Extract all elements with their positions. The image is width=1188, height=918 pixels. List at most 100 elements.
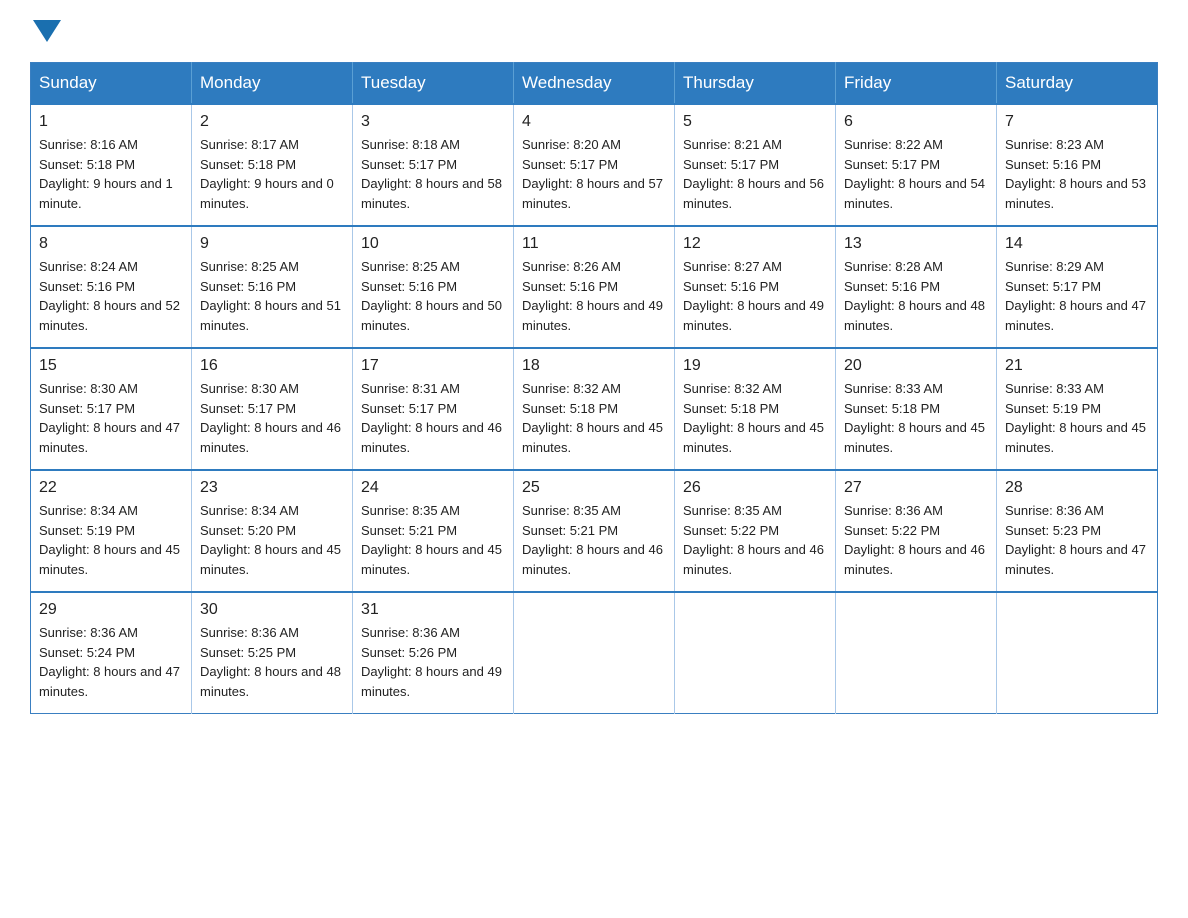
day-number: 27 (844, 479, 988, 497)
calendar-cell: 21 Sunrise: 8:33 AMSunset: 5:19 PMDayligh… (997, 348, 1158, 470)
day-info: Sunrise: 8:23 AMSunset: 5:16 PMDaylight:… (1005, 135, 1149, 213)
calendar-cell: 13 Sunrise: 8:28 AMSunset: 5:16 PMDayligh… (836, 226, 997, 348)
calendar-cell: 26 Sunrise: 8:35 AMSunset: 5:22 PMDayligh… (675, 470, 836, 592)
day-number: 22 (39, 479, 183, 497)
day-number: 30 (200, 601, 344, 619)
day-number: 4 (522, 113, 666, 131)
calendar-cell: 24 Sunrise: 8:35 AMSunset: 5:21 PMDayligh… (353, 470, 514, 592)
day-info: Sunrise: 8:35 AMSunset: 5:22 PMDaylight:… (683, 501, 827, 579)
day-info: Sunrise: 8:21 AMSunset: 5:17 PMDaylight:… (683, 135, 827, 213)
day-header-monday: Monday (192, 63, 353, 105)
calendar-cell: 4Sunrise: 8:20 AMSunset: 5:17 PMDaylight… (514, 104, 675, 226)
calendar-cell: 15Sunrise: 8:30 AMSunset: 5:17 PMDayligh… (31, 348, 192, 470)
calendar-cell: 16 Sunrise: 8:30 AMSunset: 5:17 PMDayligh… (192, 348, 353, 470)
calendar-cell: 19 Sunrise: 8:32 AMSunset: 5:18 PMDayligh… (675, 348, 836, 470)
day-number: 13 (844, 235, 988, 253)
calendar-cell: 14Sunrise: 8:29 AMSunset: 5:17 PMDayligh… (997, 226, 1158, 348)
day-number: 8 (39, 235, 183, 253)
calendar-cell: 7 Sunrise: 8:23 AMSunset: 5:16 PMDaylight… (997, 104, 1158, 226)
day-info: Sunrise: 8:32 AMSunset: 5:18 PMDaylight:… (683, 379, 827, 457)
day-number: 19 (683, 357, 827, 375)
calendar-cell (675, 592, 836, 714)
calendar-week-row: 22 Sunrise: 8:34 AMSunset: 5:19 PMDayligh… (31, 470, 1158, 592)
day-info: Sunrise: 8:31 AMSunset: 5:17 PMDaylight:… (361, 379, 505, 457)
day-number: 28 (1005, 479, 1149, 497)
day-info: Sunrise: 8:36 AMSunset: 5:23 PMDaylight:… (1005, 501, 1149, 579)
calendar-cell: 8 Sunrise: 8:24 AMSunset: 5:16 PMDaylight… (31, 226, 192, 348)
day-number: 10 (361, 235, 505, 253)
day-info: Sunrise: 8:36 AMSunset: 5:25 PMDaylight:… (200, 623, 344, 701)
calendar-cell (836, 592, 997, 714)
day-info: Sunrise: 8:18 AMSunset: 5:17 PMDaylight:… (361, 135, 505, 213)
calendar-cell: 27 Sunrise: 8:36 AMSunset: 5:22 PMDayligh… (836, 470, 997, 592)
day-number: 1 (39, 113, 183, 131)
day-info: Sunrise: 8:16 AMSunset: 5:18 PMDaylight:… (39, 135, 183, 213)
day-number: 25 (522, 479, 666, 497)
day-number: 9 (200, 235, 344, 253)
day-number: 2 (200, 113, 344, 131)
day-number: 29 (39, 601, 183, 619)
day-number: 16 (200, 357, 344, 375)
calendar-cell: 10Sunrise: 8:25 AMSunset: 5:16 PMDayligh… (353, 226, 514, 348)
calendar-cell: 3 Sunrise: 8:18 AMSunset: 5:17 PMDaylight… (353, 104, 514, 226)
calendar-table: SundayMondayTuesdayWednesdayThursdayFrid… (30, 62, 1158, 714)
day-header-saturday: Saturday (997, 63, 1158, 105)
day-info: Sunrise: 8:34 AMSunset: 5:19 PMDaylight:… (39, 501, 183, 579)
calendar-cell: 11 Sunrise: 8:26 AMSunset: 5:16 PMDayligh… (514, 226, 675, 348)
day-number: 18 (522, 357, 666, 375)
calendar-cell (514, 592, 675, 714)
day-info: Sunrise: 8:33 AMSunset: 5:19 PMDaylight:… (1005, 379, 1149, 457)
day-info: Sunrise: 8:24 AMSunset: 5:16 PMDaylight:… (39, 257, 183, 335)
page-header (30, 20, 1158, 42)
day-number: 21 (1005, 357, 1149, 375)
calendar-cell: 22 Sunrise: 8:34 AMSunset: 5:19 PMDayligh… (31, 470, 192, 592)
day-number: 20 (844, 357, 988, 375)
day-number: 7 (1005, 113, 1149, 131)
day-info: Sunrise: 8:26 AMSunset: 5:16 PMDaylight:… (522, 257, 666, 335)
day-info: Sunrise: 8:34 AMSunset: 5:20 PMDaylight:… (200, 501, 344, 579)
calendar-week-row: 15Sunrise: 8:30 AMSunset: 5:17 PMDayligh… (31, 348, 1158, 470)
day-info: Sunrise: 8:25 AMSunset: 5:16 PMDaylight:… (200, 257, 344, 335)
calendar-week-row: 8 Sunrise: 8:24 AMSunset: 5:16 PMDaylight… (31, 226, 1158, 348)
calendar-cell: 29 Sunrise: 8:36 AMSunset: 5:24 PMDayligh… (31, 592, 192, 714)
calendar-cell: 6Sunrise: 8:22 AMSunset: 5:17 PMDaylight… (836, 104, 997, 226)
day-info: Sunrise: 8:36 AMSunset: 5:24 PMDaylight:… (39, 623, 183, 701)
day-number: 26 (683, 479, 827, 497)
day-number: 23 (200, 479, 344, 497)
logo (30, 20, 64, 42)
day-info: Sunrise: 8:35 AMSunset: 5:21 PMDaylight:… (361, 501, 505, 579)
day-info: Sunrise: 8:22 AMSunset: 5:17 PMDaylight:… (844, 135, 988, 213)
day-number: 11 (522, 235, 666, 253)
calendar-cell: 9 Sunrise: 8:25 AMSunset: 5:16 PMDaylight… (192, 226, 353, 348)
calendar-cell: 31Sunrise: 8:36 AMSunset: 5:26 PMDayligh… (353, 592, 514, 714)
day-number: 31 (361, 601, 505, 619)
calendar-cell (997, 592, 1158, 714)
day-info: Sunrise: 8:17 AMSunset: 5:18 PMDaylight:… (200, 135, 344, 213)
day-info: Sunrise: 8:28 AMSunset: 5:16 PMDaylight:… (844, 257, 988, 335)
calendar-week-row: 29 Sunrise: 8:36 AMSunset: 5:24 PMDayligh… (31, 592, 1158, 714)
calendar-cell: 17Sunrise: 8:31 AMSunset: 5:17 PMDayligh… (353, 348, 514, 470)
day-header-friday: Friday (836, 63, 997, 105)
day-number: 12 (683, 235, 827, 253)
day-number: 3 (361, 113, 505, 131)
day-info: Sunrise: 8:32 AMSunset: 5:18 PMDaylight:… (522, 379, 666, 457)
day-info: Sunrise: 8:30 AMSunset: 5:17 PMDaylight:… (200, 379, 344, 457)
day-header-tuesday: Tuesday (353, 63, 514, 105)
day-header-sunday: Sunday (31, 63, 192, 105)
day-info: Sunrise: 8:29 AMSunset: 5:17 PMDaylight:… (1005, 257, 1149, 335)
day-info: Sunrise: 8:36 AMSunset: 5:22 PMDaylight:… (844, 501, 988, 579)
calendar-header-row: SundayMondayTuesdayWednesdayThursdayFrid… (31, 63, 1158, 105)
day-header-thursday: Thursday (675, 63, 836, 105)
calendar-cell: 30 Sunrise: 8:36 AMSunset: 5:25 PMDayligh… (192, 592, 353, 714)
calendar-cell: 28 Sunrise: 8:36 AMSunset: 5:23 PMDayligh… (997, 470, 1158, 592)
calendar-cell: 5Sunrise: 8:21 AMSunset: 5:17 PMDaylight… (675, 104, 836, 226)
calendar-cell: 1 Sunrise: 8:16 AMSunset: 5:18 PMDaylight… (31, 104, 192, 226)
calendar-week-row: 1 Sunrise: 8:16 AMSunset: 5:18 PMDaylight… (31, 104, 1158, 226)
day-info: Sunrise: 8:33 AMSunset: 5:18 PMDaylight:… (844, 379, 988, 457)
day-info: Sunrise: 8:35 AMSunset: 5:21 PMDaylight:… (522, 501, 666, 579)
day-info: Sunrise: 8:30 AMSunset: 5:17 PMDaylight:… (39, 379, 183, 457)
day-info: Sunrise: 8:27 AMSunset: 5:16 PMDaylight:… (683, 257, 827, 335)
calendar-cell: 23 Sunrise: 8:34 AMSunset: 5:20 PMDayligh… (192, 470, 353, 592)
calendar-cell: 25 Sunrise: 8:35 AMSunset: 5:21 PMDayligh… (514, 470, 675, 592)
day-number: 24 (361, 479, 505, 497)
